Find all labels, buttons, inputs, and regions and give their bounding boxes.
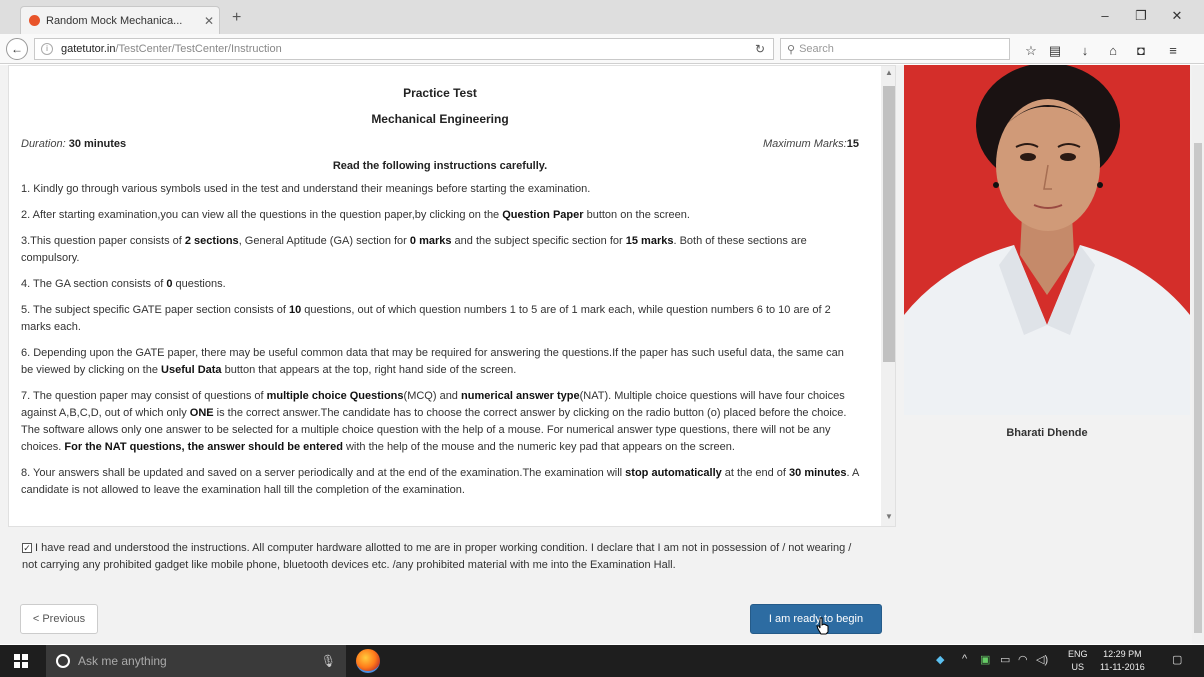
max-marks-label: Maximum Marks: [763,138,847,150]
duration-info: Duration: 30 minutes [21,138,126,150]
url-host: gatetutor.in [61,43,116,55]
home-icon[interactable]: ⌂ [1102,43,1124,58]
instruction-6: 6. Depending upon the GATE paper, there … [21,347,844,376]
hand-cursor-icon [816,617,829,635]
search-input[interactable]: ⚲ Search [780,38,1010,60]
windows-taskbar: Ask me anything 🎙 ◆ ^ ▣ ▭ ◠ ◁) ENG US 12… [0,645,1204,677]
close-window-button[interactable]: ✕ [1162,8,1192,24]
instructions-heading: Read the following instructions carefull… [332,160,548,172]
scrollbar-thumb[interactable] [883,86,895,362]
tray-app-icon[interactable]: ◆ [936,653,944,666]
system-clock[interactable]: 12:29 PM 11-11-2016 [1100,648,1145,674]
cortana-search[interactable]: Ask me anything 🎙 [46,645,346,677]
candidate-photo [904,65,1190,415]
instruction-1: 1. Kindly go through various symbols use… [21,183,591,195]
tray-expand-icon[interactable]: ^ [962,653,967,665]
pocket-icon[interactable]: ◘ [1130,43,1152,58]
firefox-icon[interactable] [356,649,380,673]
test-subject: Mechanical Engineering [371,112,509,126]
instruction-8: 8. Your answers shall be updated and sav… [21,467,859,496]
clock-date: 11-11-2016 [1100,662,1145,672]
declaration-text: I have read and understood the instructi… [22,542,852,571]
microphone-icon[interactable]: 🎙 [321,654,336,668]
site-favicon-icon [29,15,40,26]
windows-start-icon[interactable] [14,654,28,668]
url-path: /TestCenter/TestCenter/Instruction [115,43,282,55]
instructions-scrollbar[interactable]: ▲ ▼ [881,66,895,526]
test-title: Practice Test [403,86,477,100]
tray-network-app-icon[interactable]: ▣ [980,653,990,666]
reading-list-icon[interactable]: ▤ [1044,43,1066,59]
scroll-down-icon[interactable]: ▼ [881,512,895,521]
page-scrollbar-thumb[interactable] [1194,143,1202,633]
max-marks-value: 15 [846,138,859,150]
instruction-3: 3.This question paper consists of 2 sect… [21,235,807,264]
page-content: Practice Test Mechanical Engineering Dur… [0,65,1204,644]
back-arrow-icon[interactable]: ← [6,38,28,60]
browser-tab-bar: Random Mock Mechanica... ✕ + – ❐ ✕ [0,0,1204,34]
duration-row: Duration: 30 minutes Maximum Marks:15 [21,138,859,150]
lang-top: ENG [1068,649,1088,659]
candidate-name: Bharati Dhende [1006,427,1088,439]
declaration: ✓ I have read and understood the instruct… [22,540,852,574]
instruction-4: 4. The GA section consists of 0 question… [21,278,226,290]
browser-nav-bar: ← i gatetutor.in/TestCenter/TestCenter/I… [0,34,1204,64]
minimize-button[interactable]: – [1090,8,1120,23]
tab-close-icon[interactable]: ✕ [199,14,219,28]
page-scrollbar[interactable] [1192,65,1204,644]
declaration-checkbox[interactable]: ✓ [22,543,32,553]
maximize-button[interactable]: ❐ [1126,8,1156,24]
notification-icon[interactable]: ▢ [1172,653,1182,666]
clock-time: 12:29 PM [1103,649,1142,659]
cortana-icon [56,654,70,668]
max-marks-info: Maximum Marks:15 [763,138,859,150]
address-bar[interactable]: i gatetutor.in/TestCenter/TestCenter/Ins… [34,38,774,60]
tab-title: Random Mock Mechanica... [46,14,183,27]
instructions-box: Practice Test Mechanical Engineering Dur… [8,65,896,527]
site-info-icon[interactable]: i [41,43,53,55]
battery-icon[interactable]: ▭ [1000,653,1010,666]
language-indicator[interactable]: ENG US [1068,648,1088,674]
wifi-icon[interactable]: ◠ [1018,653,1028,666]
scroll-up-icon[interactable]: ▲ [881,68,895,77]
candidate-panel: Bharati Dhende [902,65,1192,644]
reload-icon[interactable]: ↻ [755,42,765,56]
browser-tab[interactable]: Random Mock Mechanica... ✕ [20,6,220,34]
instruction-2: 2. After starting examination,you can vi… [21,209,690,221]
previous-button[interactable]: < Previous [20,604,98,634]
cortana-placeholder: Ask me anything [78,654,167,668]
duration-value: 30 minutes [68,138,127,150]
instruction-5: 5. The subject specific GATE paper secti… [21,304,831,333]
search-icon: ⚲ [787,43,796,56]
download-icon[interactable]: ↓ [1074,43,1096,58]
duration-label: Duration: [21,138,66,150]
new-tab-button[interactable]: + [232,9,241,27]
volume-icon[interactable]: ◁) [1036,653,1048,666]
instructions-panel: Practice Test Mechanical Engineering Dur… [8,65,896,644]
instruction-7: 7. The question paper may consist of que… [21,390,847,453]
bookmark-star-icon[interactable]: ☆ [1020,43,1042,59]
menu-icon[interactable]: ≡ [1162,43,1184,58]
lang-bottom: US [1071,662,1085,672]
search-placeholder: Search [799,43,834,55]
